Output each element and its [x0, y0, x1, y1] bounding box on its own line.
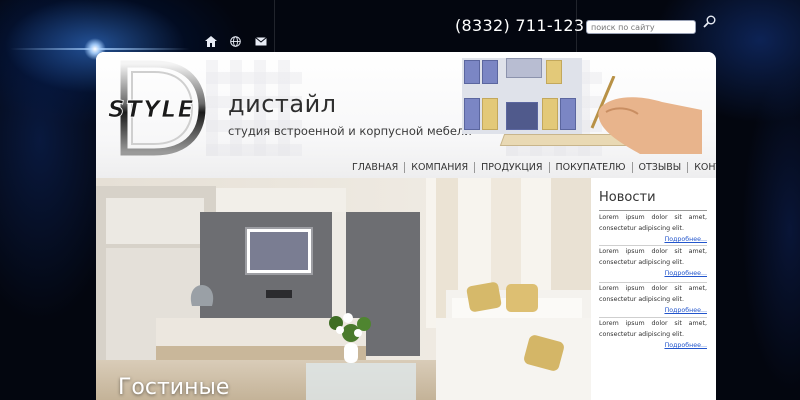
- main-nav: ГЛАВНАЯ КОМПАНИЯ ПРОДУКЦИЯ ПОКУПАТЕЛЮ ОТ…: [346, 158, 716, 176]
- news-item: Lorem ipsum dolor sit amet, consectetur …: [599, 246, 707, 279]
- search-button[interactable]: [703, 15, 716, 32]
- nav-item-contacts[interactable]: КОНТАКТЫ: [688, 162, 716, 173]
- news-item-more-link[interactable]: Подробнее...: [599, 234, 707, 245]
- hero-banner[interactable]: Гостиные: [96, 178, 591, 400]
- top-icon-bar: [204, 35, 267, 47]
- nav-item-home[interactable]: ГЛАВНАЯ: [346, 161, 406, 173]
- news-item-more-link[interactable]: Подробнее...: [599, 268, 707, 279]
- brand-tagline: студия встроенной и корпусной мебели: [228, 124, 472, 138]
- news-item-text: consectetur adipiscing elit.: [599, 259, 684, 266]
- news-item-text: Lorem ipsum dolor sit amet,: [599, 285, 707, 292]
- news-item: Lorem ipsum dolor sit amet, consectetur …: [599, 283, 707, 316]
- news-item-text: Lorem ipsum dolor sit amet,: [599, 214, 707, 221]
- news-item-text: Lorem ipsum dolor sit amet,: [599, 320, 707, 327]
- living-room-image: [96, 178, 591, 400]
- nav-item-products[interactable]: ПРОДУКЦИЯ: [475, 161, 550, 173]
- mail-icon[interactable]: [254, 35, 267, 47]
- logo-text: STYLE: [108, 97, 195, 123]
- header-illustration: [462, 58, 716, 154]
- news-item: Lorem ipsum dolor sit amet, consectetur …: [599, 212, 707, 245]
- home-icon[interactable]: [204, 35, 217, 47]
- globe-icon[interactable]: [229, 35, 242, 47]
- kitchen-sketch-image: [462, 58, 582, 134]
- news-item-text: Lorem ipsum dolor sit amet,: [599, 248, 707, 255]
- news-sidebar: Новости Lorem ipsum dolor sit amet, cons…: [591, 178, 716, 400]
- search-icon: [703, 15, 716, 28]
- phone-number: (8332) 711-123: [455, 16, 585, 35]
- drawing-hand-image: [590, 76, 702, 154]
- site-header: STYLE дистайл студия встроенной и корпус…: [96, 52, 716, 178]
- search-input[interactable]: [586, 20, 696, 34]
- news-item: Lorem ipsum dolor sit amet, consectetur …: [599, 318, 707, 351]
- light-beam: [274, 0, 275, 52]
- nav-item-reviews[interactable]: ОТЗЫВЫ: [633, 161, 689, 173]
- news-item-text: consectetur adipiscing elit.: [599, 225, 684, 232]
- news-item-more-link[interactable]: Подробнее...: [599, 305, 707, 316]
- nav-item-customer[interactable]: ПОКУПАТЕЛЮ: [550, 161, 633, 173]
- news-item-text: consectetur adipiscing elit.: [599, 331, 684, 338]
- news-item-more-link[interactable]: Подробнее...: [599, 340, 707, 351]
- news-title-underline: [599, 210, 707, 211]
- site-logo[interactable]: STYLE: [102, 58, 214, 162]
- brand-name: дистайл: [228, 90, 337, 118]
- nav-item-company[interactable]: КОМПАНИЯ: [405, 161, 476, 173]
- hero-caption: Гостиные: [118, 375, 230, 400]
- news-item-text: consectetur adipiscing elit.: [599, 296, 684, 303]
- news-title: Новости: [599, 190, 656, 205]
- main-panel: STYLE дистайл студия встроенной и корпус…: [96, 52, 716, 400]
